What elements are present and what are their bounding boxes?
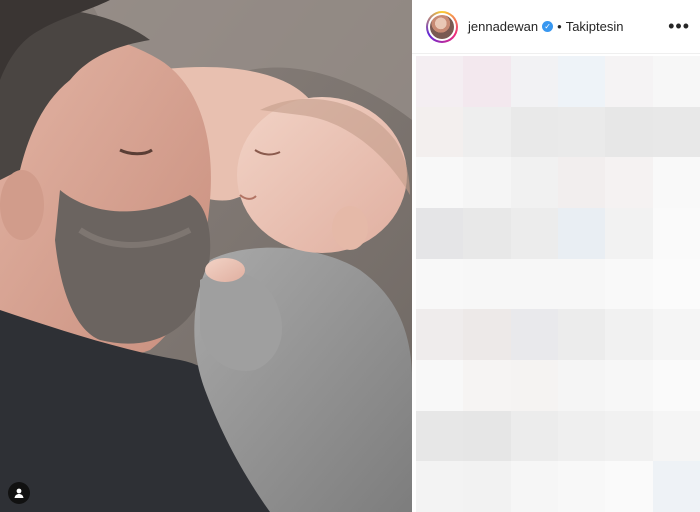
more-options-icon[interactable]: ••• xyxy=(668,16,690,37)
blur-cell xyxy=(510,258,558,310)
blur-cell xyxy=(416,461,464,512)
blur-cell xyxy=(557,360,606,411)
blur-cell xyxy=(510,208,558,259)
blur-cell xyxy=(463,157,511,208)
blur-cell xyxy=(652,208,700,259)
photo-illustration xyxy=(0,0,412,512)
blur-cell xyxy=(463,309,511,360)
blur-cell xyxy=(463,461,511,512)
blur-cell xyxy=(605,410,653,462)
separator: • xyxy=(557,19,562,34)
blur-cell xyxy=(557,258,606,310)
person-icon xyxy=(14,488,24,498)
avatar[interactable] xyxy=(426,10,458,43)
blur-cell xyxy=(510,410,558,462)
blur-cell xyxy=(652,106,700,158)
blur-cell xyxy=(510,56,558,107)
following-button[interactable]: Takiptesin xyxy=(566,19,624,34)
blur-cell xyxy=(557,56,606,107)
blur-cell xyxy=(416,309,464,360)
blur-cell xyxy=(557,309,606,360)
blur-cell xyxy=(416,208,464,259)
blur-cell xyxy=(510,157,558,208)
blur-cell xyxy=(416,410,464,462)
blur-cell xyxy=(605,106,653,158)
blur-cell xyxy=(557,461,606,512)
blur-cell xyxy=(463,258,511,310)
blur-cell xyxy=(463,208,511,259)
post-header: jennadewan ✓ • Takiptesin ••• xyxy=(412,0,700,54)
blur-cell xyxy=(416,106,464,158)
blur-cell xyxy=(557,208,606,259)
username[interactable]: jennadewan xyxy=(468,19,538,34)
blur-cell xyxy=(557,410,606,462)
blur-cell xyxy=(652,157,700,208)
blur-cell xyxy=(652,309,700,360)
instagram-post: jennadewan ✓ • Takiptesin ••• xyxy=(0,0,700,512)
blurred-comments-area xyxy=(416,56,700,512)
blur-cell xyxy=(416,258,464,310)
blur-cell xyxy=(463,106,511,158)
blur-cell xyxy=(652,258,700,310)
avatar-ring xyxy=(428,12,456,41)
post-side-panel: jennadewan ✓ • Takiptesin ••• xyxy=(412,0,700,512)
blur-cell xyxy=(510,360,558,411)
blur-cell xyxy=(652,410,700,462)
blur-cell xyxy=(416,157,464,208)
blur-cell xyxy=(510,309,558,360)
blur-cell xyxy=(652,461,700,512)
blur-cell xyxy=(557,157,606,208)
blur-cell xyxy=(605,461,653,512)
blur-cell xyxy=(652,56,700,107)
blur-cell xyxy=(510,106,558,158)
verified-badge-icon: ✓ xyxy=(542,21,554,32)
blur-cell xyxy=(463,410,511,462)
blur-cell xyxy=(652,360,700,411)
blur-cell xyxy=(416,360,464,411)
blur-cell xyxy=(463,360,511,411)
blur-cell xyxy=(605,360,653,411)
blur-cell xyxy=(605,56,653,107)
blur-cell xyxy=(416,56,464,107)
user-tag-icon[interactable] xyxy=(8,482,30,504)
blur-cell xyxy=(463,56,511,107)
avatar-image xyxy=(430,14,454,39)
blur-cell xyxy=(605,157,653,208)
blur-cell xyxy=(510,461,558,512)
blur-cell xyxy=(605,208,653,259)
blur-cell xyxy=(605,309,653,360)
post-photo[interactable] xyxy=(0,0,412,512)
blur-cell xyxy=(557,106,606,158)
blur-cell xyxy=(605,258,653,310)
